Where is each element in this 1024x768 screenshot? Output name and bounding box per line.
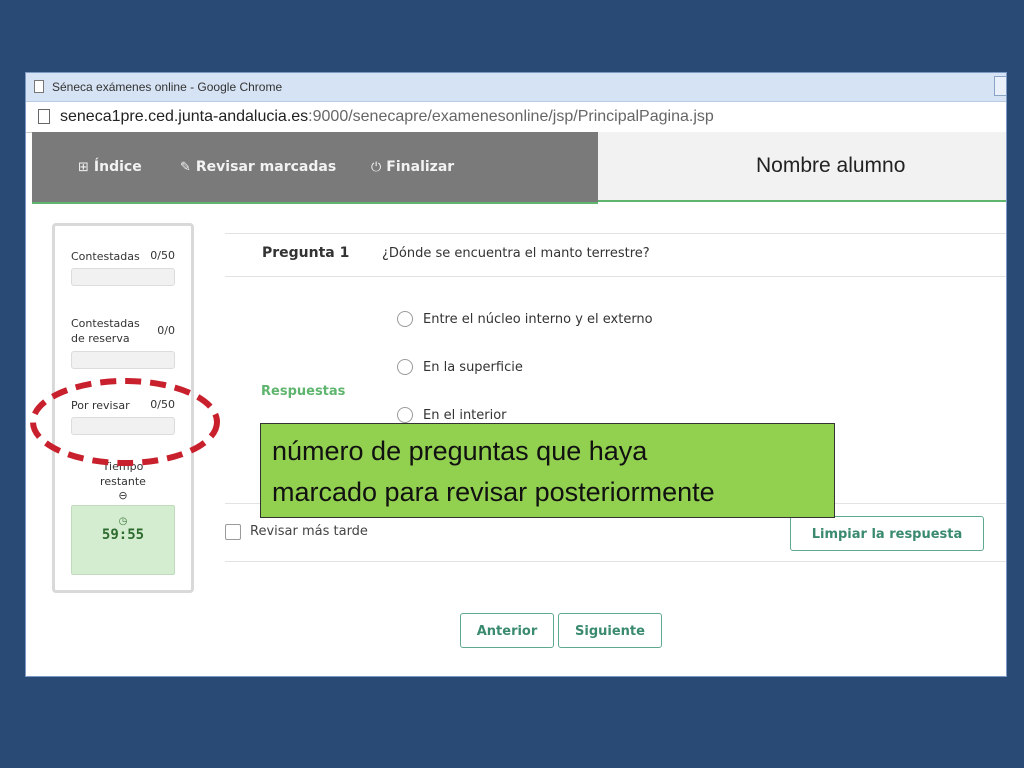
radio-button[interactable] (397, 311, 413, 327)
document-icon (34, 80, 44, 93)
browser-window: Séneca exámenes online - Google Chrome s… (25, 72, 1007, 677)
question-bottom-divider (225, 276, 1006, 277)
nav-indice-label: Índice (93, 159, 142, 175)
nav-finalizar[interactable]: ⏻ Finalizar (371, 132, 454, 202)
address-bar[interactable]: seneca1pre.ced.junta-andalucia.es:9000/s… (26, 102, 1006, 133)
url-host: seneca1pre.ced.junta-andalucia.es (60, 108, 309, 125)
answer-option-label: Entre el núcleo interno y el externo (423, 312, 653, 327)
nav-revisar-marcadas[interactable]: ✎ Revisar marcadas (180, 132, 336, 202)
question-label: Pregunta 1 (262, 245, 350, 261)
nav-revisar-label: Revisar marcadas (195, 159, 337, 175)
answers-label: Respuestas (261, 384, 346, 399)
url-text[interactable]: seneca1pre.ced.junta-andalucia.es:9000/s… (60, 102, 714, 132)
student-name: Nombre alumno (756, 154, 906, 177)
reserva-label-line2: de reserva (71, 332, 130, 345)
answer-option-label: En la superficie (423, 360, 523, 375)
url-path: :9000/senecapre/examenesonline/jsp/Princ… (308, 108, 714, 125)
page-icon (38, 109, 50, 124)
contestadas-label: Contestadas (71, 250, 140, 263)
revisar-mas-tarde-label[interactable]: Revisar más tarde (250, 524, 368, 539)
annotation-line2: marcado para revisar posteriormente (272, 477, 715, 507)
contestadas-count: 0/50 (150, 249, 175, 262)
revisar-mas-tarde-checkbox[interactable] (225, 524, 241, 540)
window-control-button[interactable] (994, 76, 1006, 96)
revisar-label: Por revisar (71, 399, 130, 412)
question-top-divider (225, 233, 1006, 234)
annotation-line1: número de preguntas que haya (272, 436, 648, 466)
power-icon: ⏻ (371, 160, 382, 175)
reserva-progress-bar (71, 351, 175, 369)
progress-sidebar: Contestadas 0/50 Contestadas de reserva … (52, 223, 194, 593)
radio-button[interactable] (397, 407, 413, 423)
student-name-box: Nombre alumno (598, 132, 1006, 202)
revisar-progress-bar (71, 417, 175, 435)
revisar-count: 0/50 (150, 398, 175, 411)
window-title: Séneca exámenes online - Google Chrome (52, 80, 283, 94)
tiempo-label-line1: Tiempo (102, 460, 144, 473)
anterior-button[interactable]: Anterior (460, 613, 554, 648)
zoom-out-icon[interactable]: ⊖ (55, 489, 191, 502)
limpiar-respuesta-button[interactable]: Limpiar la respuesta (790, 516, 984, 551)
reserva-label-line1: Contestadas (71, 317, 140, 330)
siguiente-button[interactable]: Siguiente (558, 613, 662, 648)
exam-top-nav: ⊞ Índice ✎ Revisar marcadas ⏻ Finalizar (32, 132, 602, 202)
controls-bottom-divider (225, 561, 1006, 562)
nav-finalizar-label: Finalizar (386, 159, 455, 175)
timer-value: 59:55 (101, 527, 145, 543)
pencil-icon: ✎ (180, 160, 191, 175)
tiempo-label-line2: restante (100, 475, 146, 488)
sitemap-icon: ⊞ (78, 160, 89, 175)
contestadas-progress-bar (71, 268, 175, 286)
nav-divider (32, 202, 598, 204)
reserva-count: 0/0 (157, 324, 175, 337)
browser-titlebar: Séneca exámenes online - Google Chrome (26, 73, 1006, 102)
annotation-callout: número de preguntas que haya marcado par… (260, 423, 835, 518)
clock-icon: ◷ (118, 516, 128, 527)
radio-button[interactable] (397, 359, 413, 375)
question-text: ¿Dónde se encuentra el manto terrestre? (382, 246, 650, 261)
nav-indice[interactable]: ⊞ Índice (78, 132, 142, 202)
timer-box: ◷ 59:55 (71, 505, 175, 575)
